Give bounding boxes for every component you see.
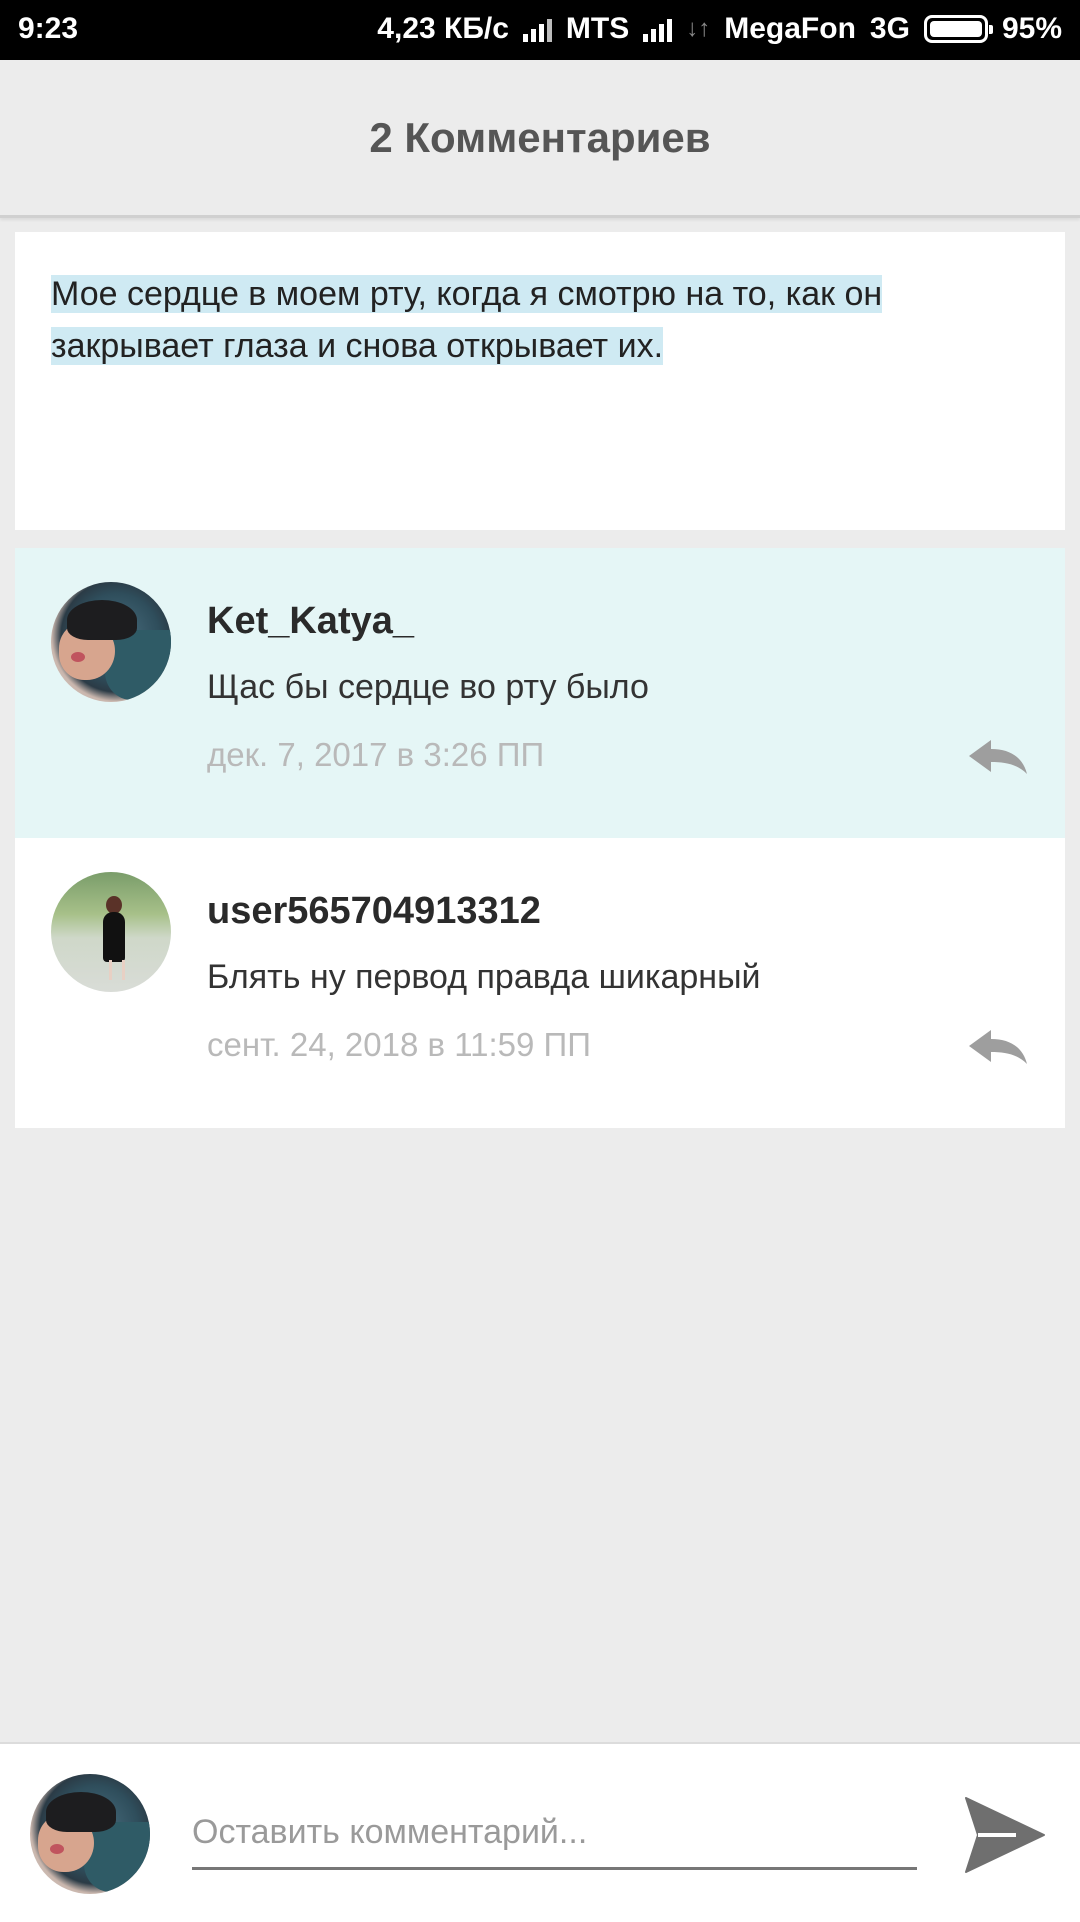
page-title: 2 Комментариев bbox=[369, 113, 711, 161]
network-type: 3G bbox=[869, 12, 910, 45]
post-card: Мое сердце в моем рту, когда я смотрю на… bbox=[15, 232, 1065, 530]
carrier-megafon: MegaFon bbox=[724, 12, 856, 45]
network-speed: 4,23 КБ/с bbox=[377, 12, 509, 45]
post-text: Мое сердце в моем рту, когда я смотрю на… bbox=[51, 268, 981, 372]
header: 2 Комментариев bbox=[0, 60, 1080, 218]
avatar[interactable] bbox=[51, 582, 171, 702]
avatar[interactable] bbox=[51, 872, 171, 992]
carrier-mts: MTS bbox=[565, 12, 630, 45]
data-transfer-icon: ↓↑ bbox=[686, 15, 711, 42]
comment-username[interactable]: user565704913312 bbox=[207, 890, 541, 933]
comment-composer bbox=[0, 1742, 1080, 1922]
signal-icon bbox=[643, 16, 673, 42]
status-right: 4,23 КБ/с MTS ↓↑ MegaFon 3G 95% bbox=[377, 12, 1062, 46]
comment-text: Блять ну первод правда шикарный bbox=[207, 958, 761, 996]
comment-item[interactable]: Ket_Katya_ Щас бы сердце во рту было дек… bbox=[15, 548, 1065, 838]
reply-icon[interactable] bbox=[967, 1026, 1029, 1066]
comment-username[interactable]: Ket_Katya_ bbox=[207, 600, 414, 643]
status-time: 9:23 bbox=[18, 12, 79, 45]
send-icon[interactable] bbox=[960, 1794, 1048, 1876]
comment-input[interactable] bbox=[192, 1798, 917, 1870]
signal-icon bbox=[522, 16, 552, 42]
battery-level: 95% bbox=[1001, 12, 1062, 45]
comment-text: Щас бы сердце во рту было bbox=[207, 668, 649, 706]
post-text-content: Мое сердце в моем рту, когда я смотрю на… bbox=[51, 275, 883, 365]
current-user-avatar bbox=[30, 1774, 150, 1894]
battery-icon bbox=[923, 15, 993, 43]
comment-timestamp: сент. 24, 2018 в 11:59 ПП bbox=[207, 1026, 591, 1063]
comment-item[interactable]: user565704913312 Блять ну первод правда … bbox=[15, 838, 1065, 1128]
status-bar: 9:23 4,23 КБ/с MTS ↓↑ MegaFon 3G 95% bbox=[0, 0, 1080, 60]
comment-timestamp: дек. 7, 2017 в 3:26 ПП bbox=[207, 736, 545, 773]
reply-icon[interactable] bbox=[967, 736, 1029, 776]
